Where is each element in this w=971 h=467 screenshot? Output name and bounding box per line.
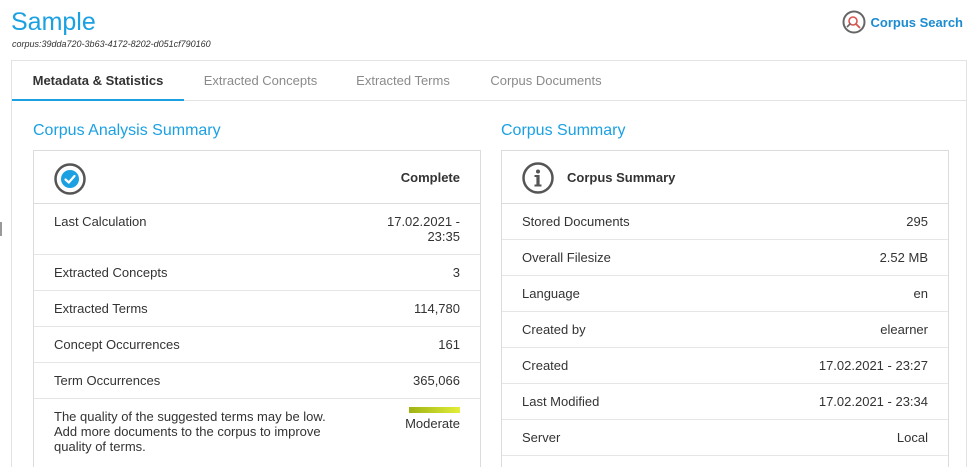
row-label: Term Occurrences: [54, 373, 161, 388]
row-label: Last Modified: [522, 394, 600, 409]
summary-row-created: Created 17.02.2021 - 23:27: [502, 348, 948, 384]
row-value: 2.52 MB: [879, 250, 928, 265]
corpus-search-icon: [842, 10, 866, 34]
row-value: 161: [438, 337, 460, 352]
summary-card: Corpus Summary Stored Documents 295 Over…: [501, 150, 949, 467]
summary-section-title: Corpus Summary: [501, 122, 626, 139]
left-edge-handle: [0, 222, 2, 236]
summary-row-server: Server Local: [502, 420, 948, 456]
analysis-row-term-occurrences: Term Occurrences 365,066: [34, 363, 480, 399]
page-title: Sample: [11, 8, 96, 36]
row-value: 17.02.2021 - 23:27: [818, 358, 928, 373]
tab-extracted-terms[interactable]: Extracted Terms: [337, 61, 469, 101]
summary-row-overall-filesize: Overall Filesize 2.52 MB: [502, 240, 948, 276]
info-circle-icon: [522, 162, 554, 194]
analysis-row-extracted-concepts: Extracted Concepts 3: [34, 255, 480, 291]
row-value: 365,066: [413, 373, 460, 388]
corpus-id: corpus:39dda720-3b63-4172-8202-d051cf790…: [12, 39, 211, 49]
analysis-row-quality: The quality of the suggested terms may b…: [34, 399, 480, 467]
analysis-row-extracted-terms: Extracted Terms 114,780: [34, 291, 480, 327]
quality-message: The quality of the suggested terms may b…: [54, 409, 326, 454]
summary-card-header: Corpus Summary: [502, 151, 948, 204]
main-panel: Metadata & Statistics Extracted Concepts…: [11, 60, 967, 467]
row-value: 3: [452, 265, 460, 280]
row-value: Local: [896, 430, 928, 445]
summary-row-last-modified: Last Modified 17.02.2021 - 23:34: [502, 384, 948, 420]
row-label: Extracted Concepts: [54, 265, 168, 280]
row-label: Last Calculation: [54, 214, 147, 229]
row-value: elearner: [880, 322, 928, 337]
summary-header-label: Corpus Summary: [567, 170, 676, 185]
quality-indicator-bar: [409, 407, 460, 413]
tab-metadata-statistics[interactable]: Metadata & Statistics: [12, 61, 184, 101]
summary-row-stored-documents: Stored Documents 295: [502, 204, 948, 240]
row-value: 295: [906, 214, 928, 229]
row-label: Overall Filesize: [522, 250, 611, 265]
row-value: 114,780: [413, 301, 460, 316]
row-value: en: [913, 286, 928, 301]
tab-corpus-documents[interactable]: Corpus Documents: [469, 61, 623, 101]
row-label: Created by: [522, 322, 586, 337]
analysis-status: Complete: [400, 170, 460, 185]
row-label: Extracted Terms: [54, 301, 148, 316]
tab-extracted-concepts[interactable]: Extracted Concepts: [184, 61, 337, 101]
analysis-section-title: Corpus Analysis Summary: [33, 122, 221, 139]
analysis-row-last-calculation: Last Calculation 17.02.2021 -23:35: [34, 204, 480, 255]
row-label: Concept Occurrences: [54, 337, 180, 352]
row-label: Created: [522, 358, 569, 373]
corpus-search-link[interactable]: Corpus Search: [842, 10, 963, 34]
check-circle-icon: [54, 163, 86, 195]
analysis-row-concept-occurrences: Concept Occurrences 161: [34, 327, 480, 363]
analysis-card: Complete Last Calculation 17.02.2021 -23…: [33, 150, 481, 467]
row-value: 17.02.2021 - 23:34: [818, 394, 928, 409]
row-label: Stored Documents: [522, 214, 630, 229]
summary-row-language: Language en: [502, 276, 948, 312]
corpus-search-label: Corpus Search: [870, 14, 963, 30]
row-value: 17.02.2021 -23:35: [386, 214, 460, 244]
summary-row-created-by: Created by elearner: [502, 312, 948, 348]
quality-level: Moderate: [405, 416, 460, 431]
row-label: Language: [522, 286, 580, 301]
analysis-card-header: Complete: [34, 151, 480, 204]
tab-bar: Metadata & Statistics Extracted Concepts…: [12, 61, 966, 101]
row-label: Server: [522, 430, 561, 445]
